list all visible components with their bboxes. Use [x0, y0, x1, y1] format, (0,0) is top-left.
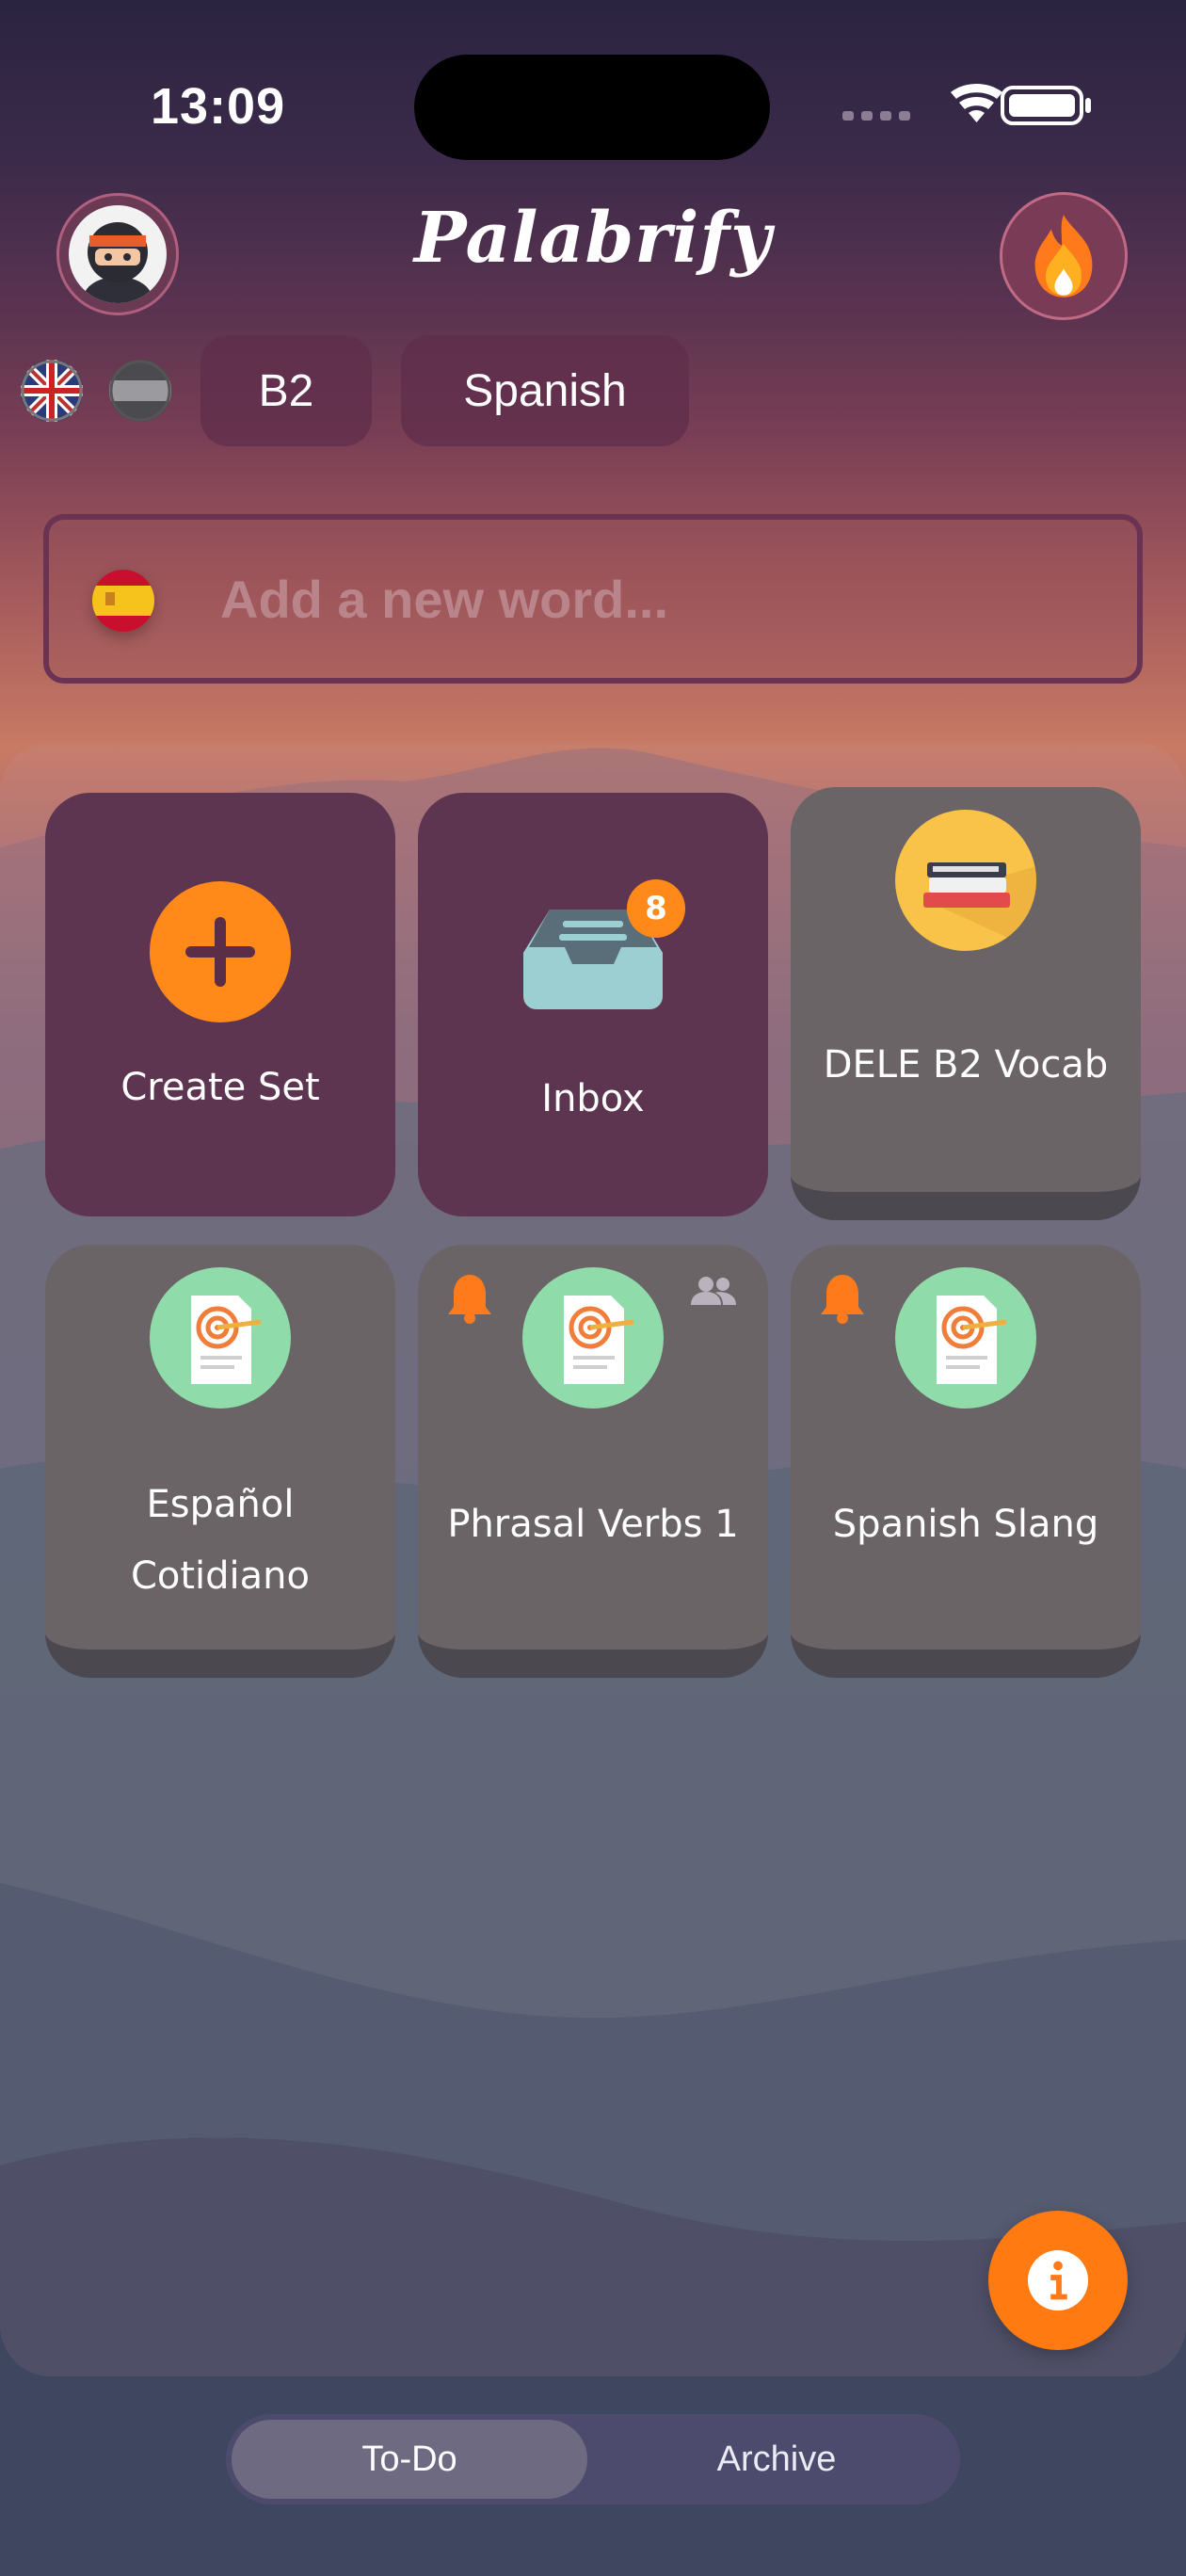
level-pill[interactable]: B2 — [200, 335, 372, 446]
create-set-label: Create Set — [120, 1066, 320, 1109]
wifi-icon — [951, 84, 1002, 122]
phrasal-verbs-label: Phrasal Verbs 1 — [447, 1503, 739, 1546]
spain-flag-icon — [92, 570, 154, 632]
create-set-tile[interactable]: Create Set — [45, 793, 395, 1216]
target-document-icon — [522, 1267, 664, 1409]
spanish-slang-tile[interactable]: Spanish Slang — [791, 1245, 1141, 1678]
books-icon — [895, 810, 1036, 951]
spanish-slang-label: Spanish Slang — [832, 1503, 1099, 1546]
info-button[interactable] — [988, 2211, 1128, 2350]
flame-icon — [1034, 215, 1093, 298]
add-word-field[interactable] — [43, 514, 1143, 684]
status-icons — [842, 84, 1091, 125]
bottom-segmented-control: To-Do Archive — [226, 2414, 960, 2504]
battery-icon — [1001, 86, 1091, 125]
dele-b2-vocab-label: DELE B2 Vocab — [823, 1043, 1109, 1087]
phrasal-verbs-tile[interactable]: Phrasal Verbs 1 — [418, 1245, 768, 1678]
inbox-label: Inbox — [541, 1077, 645, 1120]
espanol-label-line2: Cotidiano — [130, 1554, 311, 1598]
bell-icon[interactable] — [819, 1271, 866, 1324]
streak-button[interactable] — [1000, 192, 1128, 320]
cellular-signal-icon — [842, 111, 910, 121]
app-title: Palabrify — [413, 198, 773, 279]
tab-todo[interactable]: To-Do — [232, 2420, 587, 2499]
grey-flag-icon[interactable] — [109, 360, 171, 422]
espanol-label-line1: Español — [146, 1483, 295, 1526]
dynamic-island — [414, 55, 770, 160]
uk-flag-icon[interactable] — [21, 360, 83, 422]
target-document-icon — [150, 1267, 291, 1409]
inbox-tile[interactable]: 8 Inbox — [418, 793, 768, 1216]
plus-icon — [150, 881, 291, 1022]
espanol-cotidiano-tile[interactable]: Español Cotidiano — [45, 1245, 395, 1678]
ninja-avatar-icon — [69, 205, 167, 303]
target-document-icon — [895, 1267, 1036, 1409]
dele-b2-vocab-tile[interactable]: DELE B2 Vocab — [791, 787, 1141, 1220]
add-word-input[interactable] — [218, 555, 1069, 642]
tab-archive[interactable]: Archive — [599, 2420, 954, 2499]
bell-icon[interactable] — [446, 1271, 493, 1324]
language-pill[interactable]: Spanish — [401, 335, 689, 446]
info-icon — [1027, 2249, 1089, 2311]
status-time: 13:09 — [151, 78, 286, 135]
profile-avatar-button[interactable] — [56, 193, 179, 315]
people-icon — [691, 1277, 736, 1305]
inbox-badge: 8 — [627, 879, 685, 938]
